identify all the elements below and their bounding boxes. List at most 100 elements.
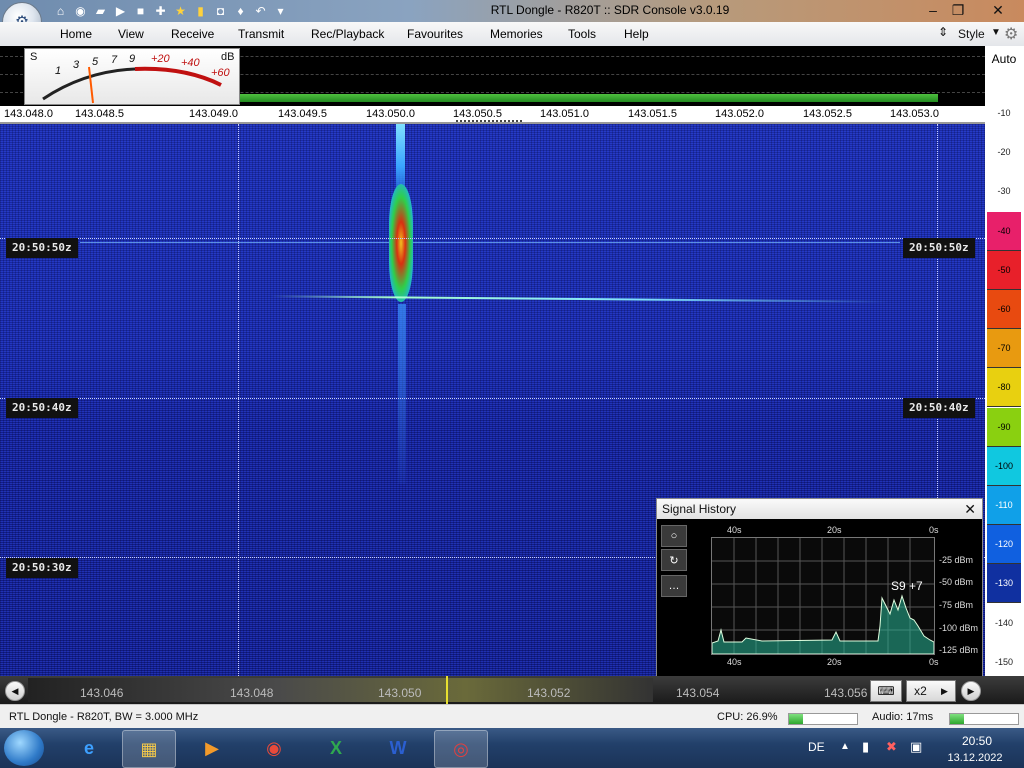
scroll-left-icon[interactable]: ◀	[5, 681, 25, 701]
menu-transmit[interactable]: Transmit	[238, 27, 284, 41]
history-record-button[interactable]: ○	[661, 525, 687, 547]
drop-icon[interactable]: ♦	[232, 3, 249, 19]
clock-date[interactable]: 13.12.2022	[940, 752, 1010, 764]
add-icon[interactable]: ✚	[152, 3, 169, 19]
s-tick-3: 3	[73, 59, 80, 71]
cpu-usage: CPU: 26.9%	[717, 711, 778, 723]
freq-tick: 143.052.5	[803, 108, 852, 120]
timestamp-right: 20:50:50z	[903, 238, 975, 258]
zoom-label: x2	[914, 684, 927, 698]
history-reset-button[interactable]: ↻	[661, 549, 687, 571]
sdr-console-icon[interactable]: ◎	[434, 730, 488, 768]
s-meter: S 1 3 5 7 9 +20 +40 +60 dB	[24, 48, 240, 105]
camera-icon[interactable]: ◘	[212, 3, 229, 19]
clock-time[interactable]: 20:50	[952, 734, 1002, 748]
grid-line	[0, 238, 985, 239]
folder-icon[interactable]: ▰	[92, 3, 109, 19]
freq-tick: 143.050.0	[366, 108, 415, 120]
frequency-scale[interactable]: 143.048.0 143.048.5 143.049.0 143.049.5 …	[0, 106, 985, 124]
dropdown-icon[interactable]: ▾	[272, 3, 289, 19]
power-icon[interactable]: ▮	[862, 739, 869, 755]
menu-tools[interactable]: Tools	[568, 27, 596, 41]
s-unit-label: S	[30, 51, 38, 63]
home-icon[interactable]: ⌂	[52, 3, 69, 19]
level-label: -100 dBm	[939, 623, 979, 633]
stop-icon[interactable]: ■	[132, 3, 149, 19]
record-icon[interactable]: ◉	[72, 3, 89, 19]
freq-tick: 143.048.0	[4, 108, 53, 120]
level-label: -125 dBm	[939, 645, 979, 655]
tune-freq: 143.050	[378, 686, 422, 700]
close-icon[interactable]: ✕	[964, 499, 976, 519]
zoom-button[interactable]: x2 ▶	[906, 680, 956, 702]
chrome-icon[interactable]: ◉	[248, 730, 300, 766]
settings-gear-icon[interactable]: ⚙	[1004, 24, 1018, 44]
menu-receive[interactable]: Receive	[171, 27, 214, 41]
tuning-cursor[interactable]	[446, 676, 448, 704]
menu-memories[interactable]: Memories	[490, 27, 543, 41]
language-indicator[interactable]: DE	[808, 740, 825, 754]
auto-scale-button[interactable]: Auto	[989, 52, 1019, 66]
tune-freq: 143.056	[824, 686, 868, 700]
timestamp-left: 20:50:50z	[6, 238, 78, 258]
minimize-button[interactable]: –	[920, 0, 946, 20]
s-tick-1: 1	[55, 65, 62, 77]
zoom-arrow-icon: ▶	[940, 685, 948, 696]
tuning-marker[interactable]	[456, 120, 522, 122]
star-icon[interactable]: ★	[172, 3, 189, 19]
keyboard-icon[interactable]: ⌨	[870, 680, 902, 702]
style-menu[interactable]: Style	[958, 27, 985, 41]
menu-view[interactable]: View	[118, 27, 144, 41]
grid-line	[238, 124, 239, 676]
excel-icon[interactable]: X	[310, 730, 362, 766]
db-scale-label: -40	[987, 211, 1021, 251]
tune-freq: 143.048	[230, 686, 274, 700]
tuning-bar[interactable]: ◀ 143.046 143.048 143.050 143.052 143.05…	[0, 676, 1024, 704]
db-scale-label: -80	[987, 368, 1021, 408]
network-icon[interactable]: ✖	[886, 739, 897, 755]
signal-fade	[398, 304, 406, 484]
menu-help[interactable]: Help	[624, 27, 649, 41]
maximize-button[interactable]: ❐	[945, 0, 971, 20]
menu-home[interactable]: Home	[60, 27, 92, 41]
quick-access-toolbar: ⌂ ◉ ▰ ▶ ■ ✚ ★ ▮ ◘ ♦ ↶ ▾	[52, 3, 289, 19]
action-center-icon[interactable]: ▣	[910, 739, 922, 755]
menu-rec-playback[interactable]: Rec/Playback	[311, 27, 384, 41]
windows-start-button[interactable]	[4, 730, 44, 766]
db-scale-label: -100	[987, 446, 1021, 486]
media-player-icon[interactable]: ▶	[186, 730, 238, 766]
time-label: 40s	[727, 657, 742, 667]
db-scale-label: -60	[987, 290, 1021, 329]
signal-history-graph	[711, 538, 935, 655]
menu-favourites[interactable]: Favourites	[407, 27, 463, 41]
filter-passband[interactable]	[240, 94, 938, 102]
style-arrows-icon[interactable]: ⇕	[938, 25, 948, 39]
scroll-right-icon[interactable]: ▶	[961, 681, 981, 701]
db-scale-label: -90	[987, 407, 1021, 447]
undo-icon[interactable]: ↶	[252, 3, 269, 19]
status-bar: RTL Dongle - R820T, BW = 3.000 MHz CPU: …	[0, 704, 1024, 729]
level-label: -75 dBm	[939, 600, 974, 610]
style-dropdown-icon[interactable]: ▼	[991, 27, 1001, 38]
grid-line	[0, 398, 985, 399]
db-scale-label: -130	[987, 564, 1021, 604]
lock-icon[interactable]: ▮	[192, 3, 209, 19]
file-explorer-icon[interactable]: ▦	[122, 730, 176, 768]
db-scale-label: -20	[997, 147, 1011, 158]
play-icon[interactable]: ▶	[112, 3, 129, 19]
internet-explorer-icon[interactable]: e	[63, 730, 115, 766]
show-hidden-icons[interactable]: ▲	[840, 741, 850, 752]
s-tick-plus20: +20	[151, 53, 170, 65]
status-device-info: RTL Dongle - R820T, BW = 3.000 MHz	[9, 711, 199, 723]
signal-trace	[270, 295, 890, 303]
freq-tick: 143.049.5	[278, 108, 327, 120]
signal-history-title: Signal History	[662, 502, 737, 516]
s-tick-7: 7	[111, 54, 118, 66]
word-icon[interactable]: W	[372, 730, 424, 766]
menu-bar: Home View Receive Transmit Rec/Playback …	[0, 22, 1024, 47]
freq-tick: 143.049.0	[189, 108, 238, 120]
history-more-button[interactable]: …	[661, 575, 687, 597]
s-tick-9: 9	[129, 53, 136, 65]
close-button[interactable]: ✕	[985, 0, 1011, 20]
cpu-meter	[788, 713, 858, 725]
